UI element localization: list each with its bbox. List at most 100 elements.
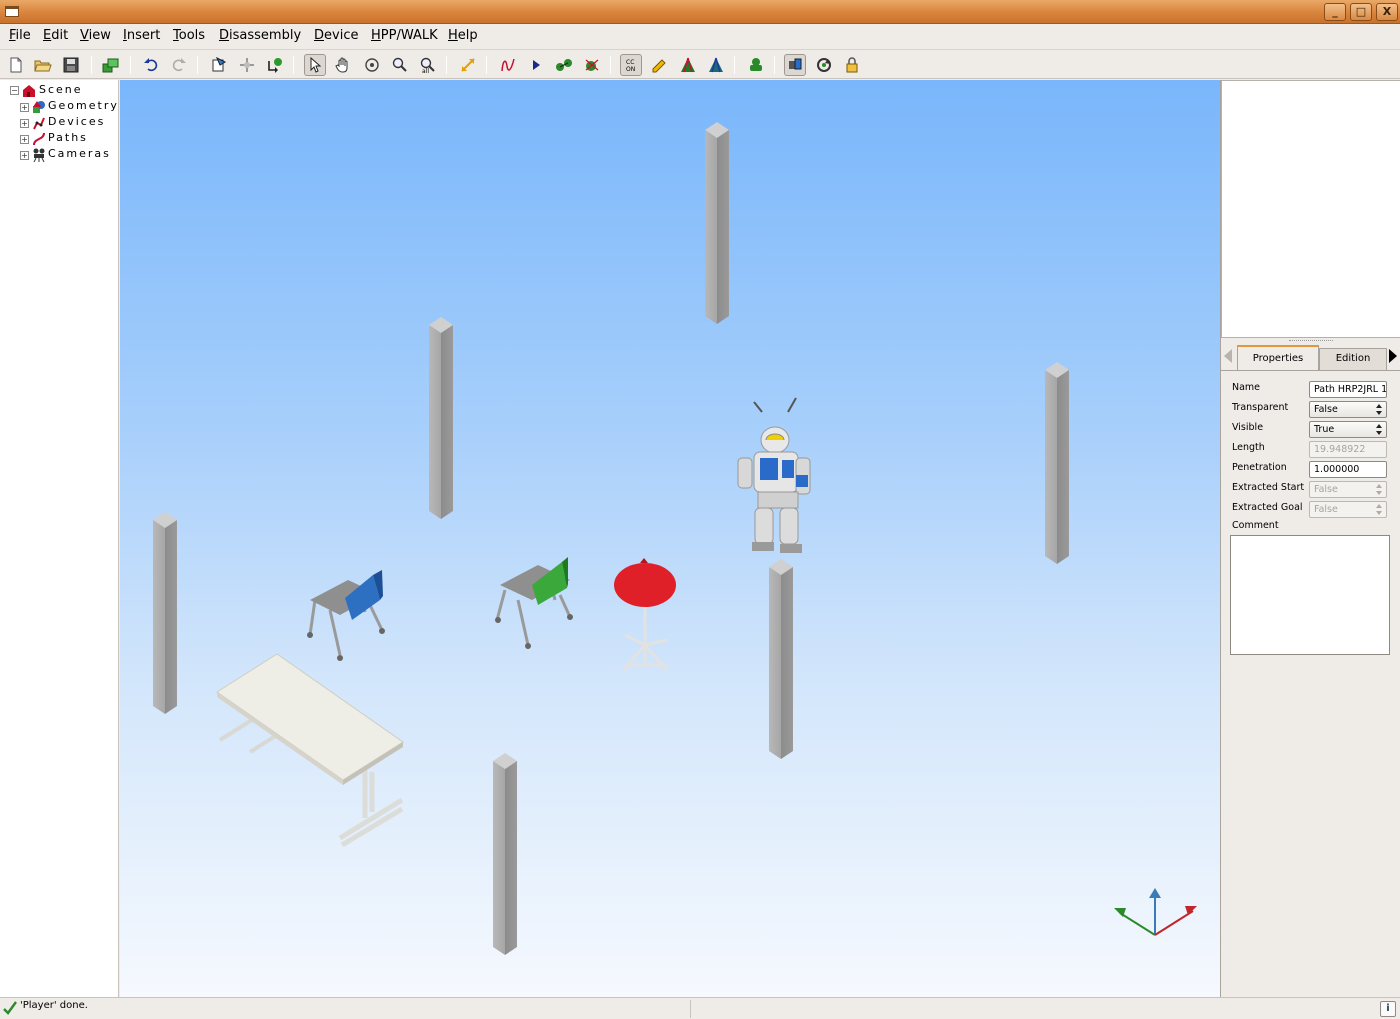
- tree-item-cameras[interactable]: Cameras: [48, 147, 111, 162]
- zoom-icon[interactable]: [389, 54, 411, 76]
- prop-extracted-goal-value: False: [1314, 504, 1338, 515]
- tree-expander-scene[interactable]: −: [10, 86, 19, 95]
- prop-visible-select[interactable]: True: [1309, 421, 1387, 438]
- status-message: 'Player' done.: [20, 1000, 88, 1011]
- pillar[interactable]: [429, 317, 453, 519]
- tree-item-paths[interactable]: Paths: [48, 131, 88, 146]
- pillar[interactable]: [705, 122, 729, 324]
- play-icon[interactable]: [525, 54, 547, 76]
- tab-properties[interactable]: Properties: [1237, 345, 1319, 370]
- prop-transparent-value: False: [1314, 404, 1338, 415]
- info-button[interactable]: i: [1380, 1001, 1396, 1017]
- minimize-button[interactable]: _: [1324, 3, 1346, 21]
- diagonal-arrow-icon[interactable]: [457, 54, 479, 76]
- round-table-red[interactable]: [614, 558, 676, 671]
- prop-label-visible: Visible: [1232, 422, 1264, 433]
- scene-icon: [23, 85, 35, 97]
- menu-hpp-walk[interactable]: HPP/WALK: [371, 28, 438, 43]
- robot-green-icon[interactable]: [745, 54, 767, 76]
- zoom-all-icon[interactable]: all: [417, 54, 439, 76]
- rotate-view-icon[interactable]: [361, 54, 383, 76]
- prop-extracted-goal-select: False: [1309, 501, 1387, 518]
- spinner-icon: [1375, 503, 1383, 516]
- tree-item-devices[interactable]: Devices: [48, 115, 105, 130]
- hand-pan-icon[interactable]: [332, 54, 354, 76]
- tab-scroll-left-icon[interactable]: [1224, 349, 1232, 363]
- tree-item-scene[interactable]: Scene: [39, 83, 83, 98]
- title-bar[interactable]: _ □ X: [0, 0, 1400, 24]
- menu-file[interactable]: File: [9, 28, 31, 43]
- close-button[interactable]: X: [1376, 3, 1398, 21]
- menu-insert[interactable]: Insert: [123, 28, 160, 43]
- menu-help[interactable]: Help: [448, 28, 478, 43]
- 3d-viewport[interactable]: [120, 80, 1220, 997]
- window-menu-icon[interactable]: [5, 6, 19, 17]
- prop-label-extracted-start: Extracted Start: [1232, 482, 1305, 493]
- tree-blue-icon[interactable]: [705, 54, 727, 76]
- pencil-icon[interactable]: [648, 54, 670, 76]
- new-icon[interactable]: [5, 54, 27, 76]
- paths-icon: [33, 132, 45, 146]
- refresh-cycle-icon[interactable]: [813, 54, 835, 76]
- menu-edit[interactable]: Edit: [43, 28, 68, 43]
- cameras-icon: [33, 148, 45, 162]
- tree-expander-cameras[interactable]: +: [20, 151, 29, 160]
- prop-name-field[interactable]: Path HRP2JRL 1: [1309, 381, 1387, 398]
- move-object-icon[interactable]: [236, 54, 258, 76]
- scene-canvas[interactable]: [120, 80, 1220, 997]
- prop-label-penetration: Penetration: [1232, 462, 1287, 473]
- menu-tools[interactable]: Tools: [173, 28, 205, 43]
- open-folder-icon[interactable]: [32, 54, 54, 76]
- pillar[interactable]: [153, 512, 177, 714]
- prop-label-length: Length: [1232, 442, 1265, 453]
- tab-scroll-right-icon[interactable]: [1389, 349, 1397, 363]
- roadmap-alt-icon[interactable]: [581, 54, 603, 76]
- select-pointer-icon[interactable]: [304, 54, 326, 76]
- scene-tree: − Scene + Geometry + Devices + Paths + C…: [0, 80, 119, 997]
- tab-bar: Properties Edition: [1221, 343, 1400, 370]
- menu-disassembly[interactable]: Disassembly: [219, 28, 301, 43]
- pillar[interactable]: [769, 559, 793, 759]
- spinner-icon: [1375, 423, 1383, 436]
- spinner-icon: [1375, 483, 1383, 496]
- tree-expander-geometry[interactable]: +: [20, 103, 29, 112]
- robot-hrp2[interactable]: [737, 397, 811, 553]
- collision-icon[interactable]: [264, 54, 286, 76]
- prop-length-field: 19.948922: [1309, 441, 1387, 458]
- tree-expander-paths[interactable]: +: [20, 135, 29, 144]
- prop-transparent-select[interactable]: False: [1309, 401, 1387, 418]
- path-curve-icon[interactable]: [497, 54, 519, 76]
- display-mode-icon[interactable]: [784, 54, 806, 76]
- roadmap-icon[interactable]: [553, 54, 575, 76]
- undo-icon[interactable]: [140, 54, 162, 76]
- prop-penetration-field[interactable]: 1.000000: [1309, 461, 1387, 478]
- preview-pane: [1221, 80, 1400, 338]
- comment-textarea[interactable]: [1230, 535, 1390, 655]
- spinner-icon: [1375, 403, 1383, 416]
- menu-view[interactable]: View: [80, 28, 111, 43]
- prop-label-extracted-goal: Extracted Goal: [1232, 502, 1303, 513]
- chair-blue[interactable]: [307, 570, 385, 661]
- collision-check-icon[interactable]: CC ON: [620, 54, 642, 76]
- status-bar: 'Player' done. i: [0, 997, 1400, 1019]
- pillar[interactable]: [493, 753, 517, 955]
- tree-item-geometry[interactable]: Geometry: [48, 99, 119, 114]
- pillar[interactable]: [1045, 362, 1069, 564]
- prop-label-comment: Comment: [1232, 520, 1279, 531]
- status-separator: [690, 1000, 691, 1018]
- desk[interactable]: [216, 653, 404, 848]
- application-window: _ □ X File Edit View Insert Tools Disass…: [0, 0, 1400, 1019]
- tree-red-icon[interactable]: [677, 54, 699, 76]
- load-scene-icon[interactable]: [100, 54, 122, 76]
- prop-extracted-start-value: False: [1314, 484, 1338, 495]
- redo-icon[interactable]: [168, 54, 190, 76]
- prop-label-name: Name: [1232, 382, 1261, 393]
- new-geometry-icon[interactable]: [208, 54, 230, 76]
- save-icon[interactable]: [60, 54, 82, 76]
- chair-green[interactable]: [495, 557, 573, 649]
- maximize-button[interactable]: □: [1350, 3, 1372, 21]
- menu-device[interactable]: Device: [314, 28, 358, 43]
- lock-icon[interactable]: [841, 54, 863, 76]
- tree-expander-devices[interactable]: +: [20, 119, 29, 128]
- tab-edition[interactable]: Edition: [1319, 348, 1387, 370]
